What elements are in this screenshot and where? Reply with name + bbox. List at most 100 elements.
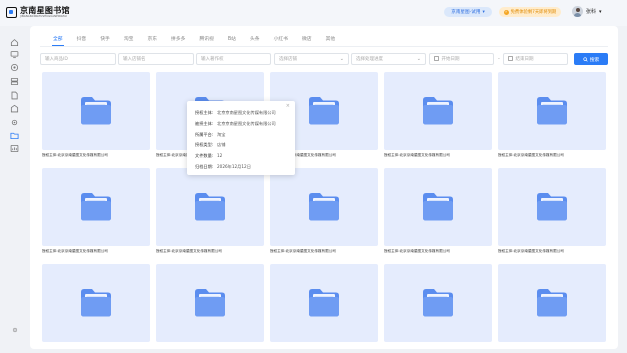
folder-thumbnail[interactable] [42, 264, 150, 342]
chart-icon[interactable] [10, 144, 19, 153]
logo-title: 京南星图书馆 [20, 6, 70, 15]
tab-7[interactable]: B站 [221, 36, 243, 46]
settings-icon[interactable] [10, 118, 19, 127]
folder-icon [423, 289, 453, 317]
tab-0[interactable]: 全部 [46, 36, 70, 46]
folder-icon [309, 289, 339, 317]
promo-badge[interactable]: ⚡ 免费体验剩7天即将到期 [499, 7, 561, 17]
search-button[interactable]: 搜索 [574, 53, 608, 65]
popover-row: 文件数量: 12 [195, 151, 287, 162]
tab-2[interactable]: 快手 [93, 36, 117, 46]
tab-11[interactable]: 其他 [319, 36, 343, 46]
folder-card[interactable] [270, 264, 378, 342]
folder-caption: 授权主体:北京京南星图文化传媒有限公司 [498, 249, 564, 253]
folder-card[interactable]: 授权主体:北京京南星图文化传媒有限公司 [498, 168, 606, 253]
folder-caption: 授权主体:北京京南星图文化传媒有限公司 [156, 249, 222, 253]
folder-icon [423, 193, 453, 221]
folder-card[interactable]: 授权主体:北京京南星图文化传媒有限公司 [156, 168, 264, 253]
shop-name-input[interactable]: 输入店铺名 [118, 53, 194, 65]
chevron-down-icon: ▾ [482, 9, 485, 15]
folder-icon[interactable] [10, 131, 19, 140]
folder-thumbnail[interactable] [270, 264, 378, 342]
user-menu[interactable]: 张科 ▾ [572, 6, 602, 17]
folder-card[interactable] [498, 264, 606, 342]
chevron-down-icon: ▾ [599, 8, 602, 15]
shop-select[interactable]: 选择店铺 ⌄ [274, 53, 349, 65]
search-icon [583, 56, 588, 62]
building-icon[interactable] [10, 104, 19, 113]
platform-tabs: 全部 抖音 快手 淘宝 京东 拼多多 腾讯视 B站 头条 小红书 微店 其他 [46, 36, 342, 46]
folder-caption: 授权主体:北京京南星图文化传媒有限公司 [42, 249, 108, 253]
tab-6[interactable]: 腾讯视 [192, 36, 220, 46]
folder-card[interactable] [156, 264, 264, 342]
folder-thumbnail[interactable] [384, 168, 492, 246]
calendar-icon [508, 56, 513, 61]
folder-thumbnail[interactable] [42, 72, 150, 150]
folder-thumbnail[interactable] [156, 264, 264, 342]
popover-row: 归档日期: 2026年12月12日 [195, 162, 287, 173]
chevron-down-icon: ⌄ [339, 56, 344, 62]
tab-3[interactable]: 淘宝 [117, 36, 141, 46]
monitor-icon[interactable] [10, 50, 19, 59]
folder-caption: 授权主体:北京京南星图文化传媒有限公司 [498, 153, 564, 157]
target-icon[interactable] [10, 63, 19, 72]
shop-select-placeholder: 选择店铺 [279, 57, 297, 62]
folder-thumbnail[interactable] [498, 72, 606, 150]
popover-row-value: 北京京南星图文化传媒有限公司 [217, 110, 276, 115]
home-icon[interactable] [10, 38, 19, 47]
popover-row-value: 北京京南星图文化传媒有限公司 [217, 120, 276, 126]
popover-row-label: 所属平台: [195, 131, 214, 137]
close-icon[interactable]: × [286, 103, 290, 109]
bolt-icon: ⚡ [503, 9, 509, 15]
app-logo[interactable]: 京南星图书馆 JINGNANXINGTUSHUGUANPINGTAI [6, 6, 70, 18]
folder-card[interactable]: 授权主体:北京京南星图文化传媒有限公司 [270, 168, 378, 253]
folder-thumbnail[interactable] [384, 264, 492, 342]
folder-icon [195, 193, 225, 221]
folder-thumbnail[interactable] [42, 168, 150, 246]
popover-row: 授权类型: 店铺 [195, 140, 287, 151]
tab-8[interactable]: 头条 [243, 36, 267, 46]
document-icon[interactable] [10, 91, 19, 100]
logo-subtitle: JINGNANXINGTUSHUGUANPINGTAI [20, 15, 67, 18]
folder-card[interactable]: 授权主体:北京京南星图文化传媒有限公司 [498, 72, 606, 157]
folder-icon [537, 193, 567, 221]
gear-icon[interactable] [12, 327, 18, 333]
popover-row-value: 店铺 [217, 142, 226, 148]
folder-thumbnail[interactable] [156, 168, 264, 246]
folder-thumbnail[interactable] [270, 168, 378, 246]
tab-divider [40, 46, 608, 47]
start-date-picker[interactable]: 开始日期 [429, 53, 494, 65]
folder-card[interactable] [384, 264, 492, 342]
folder-caption: 授权主体:北京京南星图文化传媒有限公司 [384, 153, 450, 157]
folder-thumbnail[interactable] [498, 168, 606, 246]
end-date-picker[interactable]: 结束日期 [503, 53, 568, 65]
tab-1[interactable]: 抖音 [70, 36, 94, 46]
folder-card[interactable]: 授权主体:北京京南星图文化传媒有限公司 [42, 72, 150, 157]
progress-select-placeholder: 选择处理进度 [356, 57, 383, 62]
tab-4[interactable]: 京东 [140, 36, 164, 46]
folder-card[interactable]: 授权主体:北京京南星图文化传媒有限公司 [42, 168, 150, 253]
stack-icon[interactable] [10, 77, 19, 86]
start-date-placeholder: 开始日期 [441, 57, 460, 62]
folder-card[interactable]: 授权主体:北京京南星图文化传媒有限公司 [384, 168, 492, 253]
progress-select[interactable]: 选择处理进度 ⌄ [351, 53, 426, 65]
popover-row-label: 被授主体: [195, 120, 214, 126]
tab-9[interactable]: 小红书 [267, 36, 295, 46]
folder-card[interactable]: 授权主体:北京京南星图文化传媒有限公司 [384, 72, 492, 157]
tab-10[interactable]: 微店 [295, 36, 319, 46]
popover-row-value: 2026年12月12日 [217, 163, 251, 169]
promo-label: 免费体验剩7天即将到期 [510, 10, 557, 15]
folder-card[interactable] [42, 264, 150, 342]
folder-thumbnail[interactable] [498, 264, 606, 342]
search-label: 搜索 [589, 57, 600, 63]
product-id-placeholder: 输入商品ID [45, 57, 68, 62]
tab-5[interactable]: 拼多多 [164, 36, 192, 46]
date-separator: - [498, 56, 500, 62]
edition-selector[interactable]: 京南星图-试用 ▾ [444, 7, 492, 17]
folder-icon [81, 193, 111, 221]
folder-icon [309, 97, 339, 125]
folder-thumbnail[interactable] [384, 72, 492, 150]
popover-row-label: 授权主体: [195, 110, 214, 115]
copyright-input[interactable]: 输入著作权 [196, 53, 271, 65]
product-id-input[interactable]: 输入商品ID [40, 53, 116, 65]
